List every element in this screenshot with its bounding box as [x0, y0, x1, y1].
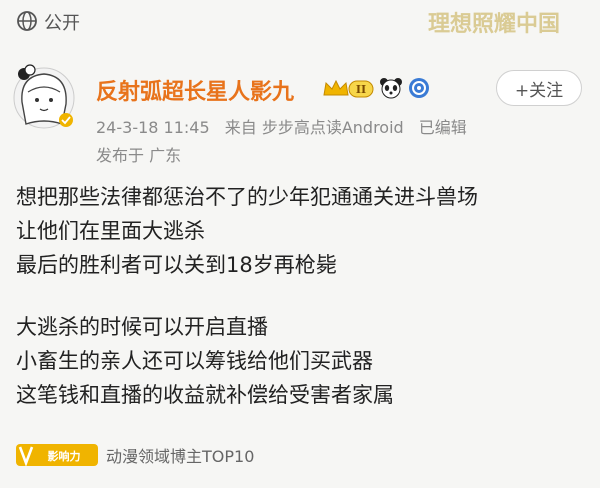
post-location: 发布于 广东 — [96, 146, 182, 165]
post-line: 最后的胜利者可以关到18岁再枪毙 — [16, 253, 337, 277]
level-badge-text: II — [356, 83, 366, 96]
post-line: 小畜生的亲人还可以筹钱给他们买武器 — [16, 349, 373, 373]
crown-level-badge-icon[interactable]: II — [322, 77, 374, 99]
globe-icon — [17, 11, 37, 31]
post-source[interactable]: 来自 步步高点读Android — [225, 118, 404, 137]
top-bar: 公开 理想照耀中国 — [0, 0, 600, 44]
post-meta: 24-3-18 11:45 来自 步步高点读Android 已编辑 — [96, 114, 477, 138]
influence-footer[interactable]: 影响力 动漫领域博主TOP10 — [16, 442, 254, 468]
post-line: 想把那些法律都惩治不了的少年犯通通关进斗兽场 — [16, 185, 478, 209]
influence-label: 动漫领域博主TOP10 — [106, 447, 255, 466]
watermark: 理想照耀中国 — [427, 11, 560, 37]
verified-icon — [409, 78, 429, 98]
edited-label[interactable]: 已编辑 — [419, 118, 467, 137]
influence-badge-text: 影响力 — [48, 449, 81, 463]
post-line: 这笔钱和直播的收益就补偿给受害者家属 — [16, 383, 394, 407]
username[interactable]: 反射弧超长星人影九 — [96, 74, 294, 106]
post-date: 24-3-18 11:45 — [96, 118, 210, 137]
avatar[interactable] — [10, 62, 78, 132]
user-badges: II — [322, 76, 430, 100]
post-line: 大逃杀的时候可以开启直播 — [16, 315, 268, 339]
post-line: 让他们在里面大逃杀 — [16, 219, 205, 243]
panda-icon — [380, 78, 402, 99]
post-body: 想把那些法律都惩治不了的少年犯通通关进斗兽场 让他们在里面大逃杀 最后的胜利者可… — [16, 180, 586, 412]
visibility-label[interactable]: 公开 — [44, 9, 80, 35]
influence-badge-icon: 影响力 — [16, 444, 98, 467]
follow-button[interactable]: +关注 — [496, 70, 582, 106]
